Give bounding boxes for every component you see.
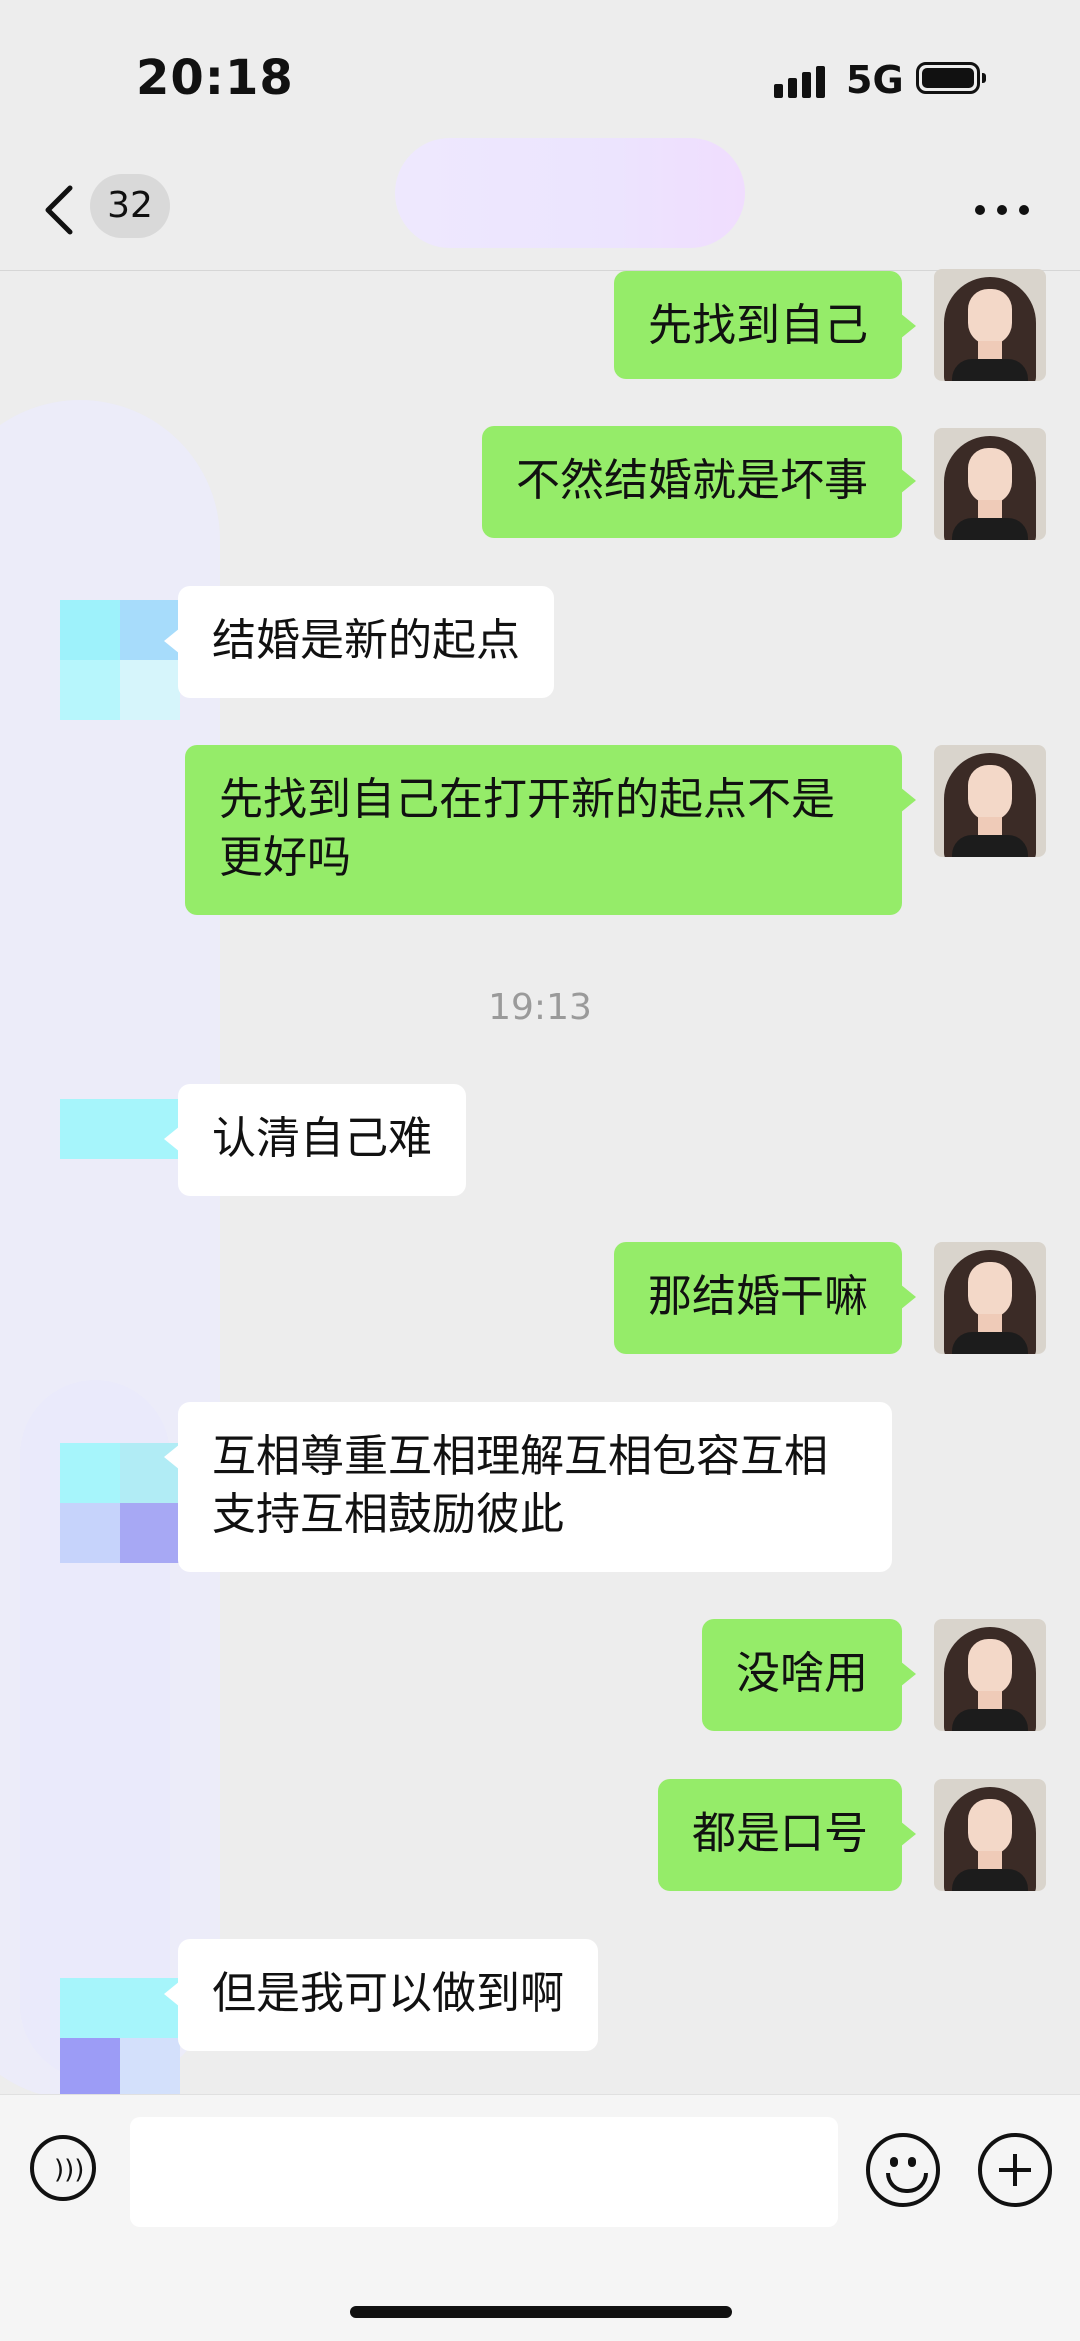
chat-title-redacted xyxy=(395,138,745,248)
avatar-self[interactable] xyxy=(934,1619,1046,1731)
message-bubble-self[interactable]: 没啥用 xyxy=(702,1619,916,1731)
unread-count-badge[interactable]: 32 xyxy=(90,174,170,238)
home-indicator[interactable] xyxy=(350,2306,732,2318)
avatar-self[interactable] xyxy=(934,745,1046,857)
signal-icon xyxy=(774,64,834,98)
message-bubble-other[interactable]: 结婚是新的起点 xyxy=(164,586,554,698)
message-bubble-self[interactable]: 那结婚干嘛 xyxy=(614,1242,916,1354)
message-input[interactable] xyxy=(130,2117,838,2227)
avatar-self[interactable] xyxy=(934,1242,1046,1354)
avatar-self[interactable] xyxy=(934,269,1046,381)
avatar-self[interactable] xyxy=(934,428,1046,540)
message-bubble-self[interactable]: 不然结婚就是坏事 xyxy=(482,426,916,538)
message-bubble-other[interactable]: 互相尊重互相理解互相包容互相支持互相鼓励彼此 xyxy=(164,1402,892,1572)
timestamp: 19:13 xyxy=(488,987,592,1028)
network-type: 5G xyxy=(846,58,904,102)
message-bubble-other[interactable]: 认清自己难 xyxy=(164,1084,466,1196)
message-bubble-self[interactable]: 都是口号 xyxy=(658,1779,916,1891)
chat-screen: 20:18 5G 32 先找到自己 不然结婚就是坏事 结婚是新的起点 先找到自己… xyxy=(0,0,1080,2341)
more-button[interactable] xyxy=(975,200,1031,220)
message-bubble-self[interactable]: 先找到自己 xyxy=(614,271,916,379)
emoji-button[interactable] xyxy=(866,2133,940,2207)
back-button[interactable] xyxy=(40,180,80,240)
avatar-other[interactable] xyxy=(60,1978,180,2098)
message-bubble-self[interactable]: 先找到自己在打开新的起点不是更好吗 xyxy=(185,745,916,915)
avatar-self[interactable] xyxy=(934,1779,1046,1891)
status-time: 20:18 xyxy=(136,50,294,106)
battery-icon xyxy=(916,62,986,94)
avatar-other[interactable] xyxy=(60,1443,180,1563)
message-list[interactable]: 先找到自己 不然结婚就是坏事 结婚是新的起点 先找到自己在打开新的起点不是更好吗… xyxy=(0,269,1080,2098)
more-dots-icon xyxy=(975,205,985,215)
avatar-other[interactable] xyxy=(60,600,180,720)
chat-header: 32 xyxy=(0,130,1080,271)
input-bar: ))) xyxy=(0,2094,1080,2341)
message-bubble-other[interactable]: 但是我可以做到啊 xyxy=(164,1939,598,2051)
chevron-left-icon xyxy=(45,185,73,235)
avatar-other[interactable] xyxy=(60,1099,180,1219)
voice-icon: ))) xyxy=(54,2155,85,2185)
plus-button[interactable] xyxy=(978,2133,1052,2207)
voice-button[interactable]: ))) xyxy=(30,2135,96,2201)
emoji-icon xyxy=(890,2157,898,2167)
